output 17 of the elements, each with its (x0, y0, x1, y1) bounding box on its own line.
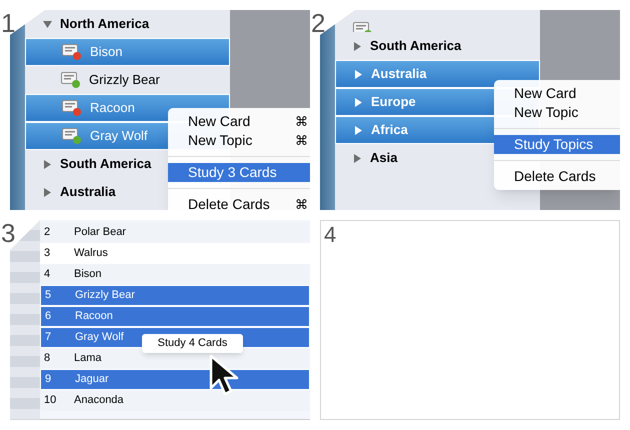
topic-label: South America (370, 37, 462, 56)
panel-number: 2 (311, 10, 326, 36)
panel-number: 3 (1, 220, 16, 246)
card-label: Grizzly Bear (89, 71, 160, 90)
drag-tooltip: Study 4 Cards (142, 334, 243, 353)
topic-label: South America (60, 155, 152, 174)
topic-label: Australia (60, 183, 116, 202)
card-label: Racoon (90, 99, 135, 118)
card-label: Gray Wolf (90, 127, 148, 146)
panel-number: 4 (324, 224, 336, 246)
card-label: Bison (90, 43, 123, 62)
topic-label: Africa (371, 121, 408, 140)
topic-label: Europe (371, 93, 416, 112)
panel-number: 1 (1, 10, 16, 36)
topic-label: Australia (371, 65, 427, 84)
topic-label: Asia (370, 149, 398, 168)
topic-label: North America (60, 15, 150, 34)
